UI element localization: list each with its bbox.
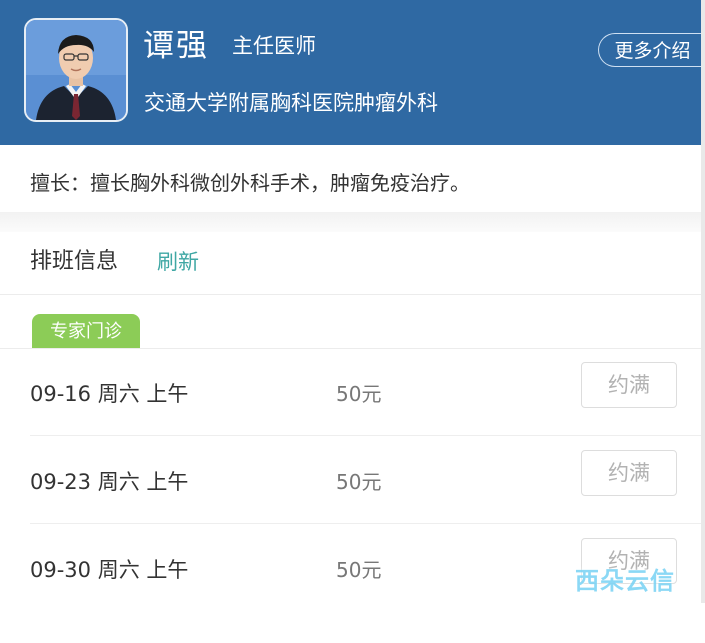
doctor-name: 谭强 xyxy=(143,28,209,64)
watermark: 西朵云信 xyxy=(575,567,675,595)
more-intro-button[interactable]: 更多介绍 xyxy=(598,33,702,67)
doctor-title: 主任医师 xyxy=(232,34,316,58)
booking-full-button[interactable]: 约满 xyxy=(581,362,677,408)
schedule-title: 排班信息 xyxy=(30,249,119,274)
schedule-price: 50元 xyxy=(336,558,382,582)
clinic-type-tag: 专家门诊 xyxy=(32,314,140,348)
right-edge-divider xyxy=(701,0,705,603)
refresh-link[interactable]: 刷新 xyxy=(157,247,199,277)
schedule-price: 50元 xyxy=(336,382,382,406)
schedule-date: 09-30 周六 上午 xyxy=(30,558,189,582)
doctor-portrait-icon xyxy=(26,20,126,120)
row-divider xyxy=(30,435,701,436)
doctor-avatar[interactable] xyxy=(24,18,128,122)
schedule-price: 50元 xyxy=(336,470,382,494)
booking-full-button[interactable]: 约满 xyxy=(581,450,677,496)
row-divider xyxy=(30,523,701,524)
specialty-text: 擅长：擅长胸外科微创外科手术，肿瘤免疫治疗。 xyxy=(30,171,470,195)
doctor-header: 谭强 主任医师 交通大学附属胸科医院肿瘤外科 更多介绍 xyxy=(0,0,702,145)
schedule-date: 09-23 周六 上午 xyxy=(30,470,189,494)
schedule-date: 09-16 周六 上午 xyxy=(30,382,189,406)
doctor-hospital: 交通大学附属胸科医院肿瘤外科 xyxy=(144,91,438,115)
section-separator xyxy=(0,212,701,232)
divider xyxy=(0,294,701,295)
divider xyxy=(0,348,701,349)
